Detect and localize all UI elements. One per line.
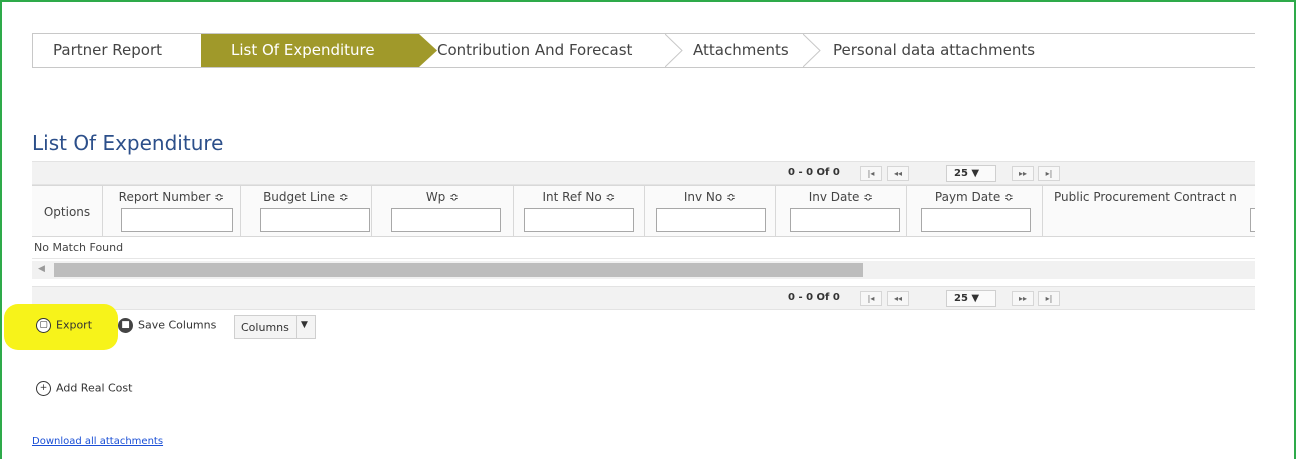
save-icon: ■ (118, 318, 133, 333)
column-label: Inv Date ≎ (808, 190, 874, 204)
page-count: 0 - 0 Of 0 (788, 292, 840, 303)
last-page-icon[interactable]: ▸| (1038, 166, 1060, 181)
columns-label: Columns (241, 321, 289, 334)
prev-page-icon[interactable]: ◂◂ (887, 291, 909, 306)
wizard-steps: Partner Report List Of Expenditure Contr… (32, 33, 1255, 68)
filter-public-procurement-input[interactable] (1250, 208, 1255, 232)
filter-int-ref-no-input[interactable] (524, 208, 634, 232)
column-inv-no[interactable]: Inv No ≎ (645, 186, 776, 237)
export-button[interactable]: ▢ Export (36, 318, 92, 333)
next-page-icon[interactable]: ▸▸ (1012, 166, 1034, 181)
filter-inv-date-input[interactable] (790, 208, 900, 232)
step-attachments[interactable]: Attachments (693, 34, 813, 67)
empty-message: No Match Found (32, 237, 1255, 259)
column-label: Wp ≎ (425, 190, 460, 204)
column-options: Options (32, 186, 103, 237)
column-paym-date[interactable]: Paym Date ≎ (907, 186, 1043, 237)
column-label: Report Number ≎ (118, 190, 225, 204)
export-label: Export (56, 318, 93, 332)
scroll-left-icon[interactable]: ◀ (38, 264, 45, 274)
columns-dropdown[interactable]: Columns ▼ (234, 315, 316, 339)
page-title: List Of Expenditure (32, 131, 224, 155)
add-real-cost-label: Add Real Cost (56, 381, 133, 395)
step-contribution-and-forecast[interactable]: Contribution And Forecast (433, 34, 673, 67)
chevron-down-icon: ▼ (301, 320, 308, 330)
step-label: List Of Expenditure (231, 41, 375, 59)
column-label: Int Ref No ≎ (542, 190, 616, 204)
filter-inv-no-input[interactable] (656, 208, 766, 232)
step-label: Contribution And Forecast (437, 41, 633, 59)
step-personal-data-attachments[interactable]: Personal data attachments (833, 34, 1093, 67)
rows-per-page-select[interactable]: 25 ▼ (946, 290, 996, 307)
page-count: 0 - 0 Of 0 (788, 167, 840, 178)
horizontal-scrollbar[interactable]: ◀ (32, 261, 1255, 279)
expenditure-table: Options Report Number ≎ Budget Line ≎ Wp… (32, 185, 1255, 237)
step-label: Attachments (693, 41, 789, 59)
export-icon: ▢ (36, 318, 51, 333)
step-label: Personal data attachments (833, 41, 1036, 59)
download-all-attachments-link[interactable]: Download all attachments (32, 436, 163, 447)
column-public-procurement-contract[interactable]: Public Procurement Contract n (1043, 186, 1255, 237)
first-page-icon[interactable]: |◂ (860, 166, 882, 181)
step-label: Partner Report (53, 41, 163, 59)
rows-per-page-value: 25 ▼ (954, 168, 980, 179)
save-columns-button[interactable]: ■ Save Columns (118, 318, 216, 333)
column-int-ref-no[interactable]: Int Ref No ≎ (514, 186, 645, 237)
column-label: Budget Line ≎ (263, 190, 349, 204)
last-page-icon[interactable]: ▸| (1038, 291, 1060, 306)
column-wp[interactable]: Wp ≎ (372, 186, 514, 237)
column-report-number[interactable]: Report Number ≎ (103, 186, 241, 237)
dropdown-divider (296, 316, 297, 338)
column-label: Inv No ≎ (683, 190, 737, 204)
rows-per-page-value: 25 ▼ (954, 293, 980, 304)
column-label: Public Procurement Contract n (1054, 190, 1237, 204)
paginator-top: 0 - 0 Of 0 |◂ ◂◂ 25 ▼ ▸▸ ▸| (32, 161, 1255, 185)
filter-report-number-input[interactable] (121, 208, 233, 232)
scrollbar-thumb[interactable] (54, 263, 863, 277)
first-page-icon[interactable]: |◂ (860, 291, 882, 306)
step-separator-icon (803, 34, 821, 67)
rows-per-page-select[interactable]: 25 ▼ (946, 165, 996, 182)
column-budget-line[interactable]: Budget Line ≎ (241, 186, 372, 237)
column-inv-date[interactable]: Inv Date ≎ (776, 186, 907, 237)
plus-icon: + (36, 381, 51, 396)
column-label: Options (43, 205, 91, 219)
paginator-bottom: 0 - 0 Of 0 |◂ ◂◂ 25 ▼ ▸▸ ▸| (32, 286, 1255, 310)
filter-budget-line-input[interactable] (260, 208, 370, 232)
prev-page-icon[interactable]: ◂◂ (887, 166, 909, 181)
step-partner-report[interactable]: Partner Report (33, 34, 203, 67)
save-columns-label: Save Columns (138, 318, 217, 332)
filter-paym-date-input[interactable] (921, 208, 1031, 232)
step-list-of-expenditure[interactable]: List Of Expenditure (201, 34, 419, 67)
filter-wp-input[interactable] (391, 208, 501, 232)
add-real-cost-button[interactable]: + Add Real Cost (36, 381, 132, 396)
next-page-icon[interactable]: ▸▸ (1012, 291, 1034, 306)
step-separator-icon (665, 34, 683, 67)
column-label: Paym Date ≎ (934, 190, 1015, 204)
